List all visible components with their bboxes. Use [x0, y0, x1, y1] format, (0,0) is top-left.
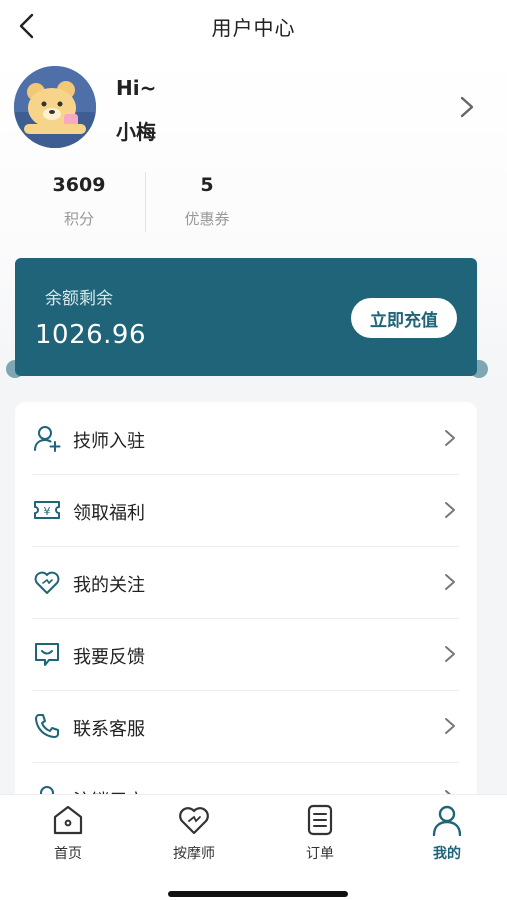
- tab-orders[interactable]: 订单: [270, 803, 370, 865]
- chevron-right-icon: [445, 502, 455, 518]
- page-title: 用户中心: [211, 15, 296, 40]
- tab-label: 订单: [306, 846, 334, 862]
- home-icon: [53, 805, 83, 835]
- points-label: 积分: [63, 210, 94, 228]
- menu-item-contact-support[interactable]: 联系客服: [15, 690, 477, 762]
- coupons-value: 5: [200, 174, 214, 196]
- chevron-right-icon: [445, 574, 455, 590]
- menu-label: 我要反馈: [73, 647, 145, 668]
- chevron-right-icon[interactable]: [456, 94, 478, 120]
- feedback-icon: [35, 643, 59, 666]
- user-icon: [432, 805, 462, 837]
- tab-label: 我的: [433, 846, 461, 862]
- points-stat[interactable]: 3609 积分: [14, 174, 144, 229]
- greeting-text: Hi~: [116, 76, 157, 100]
- order-list-icon: [307, 804, 333, 836]
- balance-card: 余额剩余 1026.96 立即充值: [15, 258, 477, 376]
- tab-home[interactable]: 首页: [18, 803, 118, 865]
- menu-item-technician-join[interactable]: 技师入驻: [15, 402, 477, 474]
- home-indicator: [168, 891, 348, 897]
- back-arrow-icon[interactable]: [12, 10, 42, 42]
- menu-item-claim-benefits[interactable]: ¥ 领取福利: [15, 474, 477, 546]
- menu-label: 领取福利: [73, 503, 145, 524]
- menu-label: 联系客服: [73, 719, 145, 740]
- tab-label: 按摩师: [173, 846, 215, 862]
- add-user-icon: [34, 426, 61, 452]
- balance-value: 1026.96: [35, 320, 147, 350]
- coupons-stat[interactable]: 5 优惠券: [142, 174, 272, 229]
- tab-label: 首页: [54, 846, 82, 862]
- heart-icon: [34, 571, 60, 594]
- chevron-right-icon: [445, 430, 455, 446]
- menu-item-my-follows[interactable]: 我的关注: [15, 546, 477, 618]
- menu-list: 技师入驻 ¥ 领取福利 我的关注 我要反馈 联系客服: [15, 402, 477, 822]
- username: 小梅: [116, 120, 156, 144]
- points-value: 3609: [52, 174, 106, 196]
- balance-label: 余额剩余: [45, 289, 113, 309]
- voucher-icon: ¥: [34, 501, 60, 519]
- chevron-right-icon: [445, 646, 455, 662]
- chevron-right-icon: [445, 718, 455, 734]
- tab-bar: 首页 按摩师 订单 我的: [0, 794, 507, 900]
- tab-masseur[interactable]: 按摩师: [144, 803, 244, 865]
- user-center-page: 用户中心 Hi~ 小梅 3609 积分 5 优惠券 余额剩余 1026.96 立…: [0, 0, 507, 900]
- bear-avatar-icon: [14, 66, 96, 148]
- menu-label: 技师入驻: [73, 431, 145, 452]
- coupons-label: 优惠券: [184, 210, 230, 228]
- svg-text:¥: ¥: [44, 505, 51, 518]
- avatar[interactable]: [14, 66, 96, 148]
- tab-mine[interactable]: 我的: [397, 803, 497, 865]
- nav-bar: 用户中心: [0, 0, 507, 52]
- recharge-button[interactable]: 立即充值: [351, 298, 457, 338]
- heart-icon: [179, 807, 209, 835]
- menu-label: 我的关注: [73, 575, 145, 596]
- phone-icon: [35, 714, 59, 738]
- menu-item-feedback[interactable]: 我要反馈: [15, 618, 477, 690]
